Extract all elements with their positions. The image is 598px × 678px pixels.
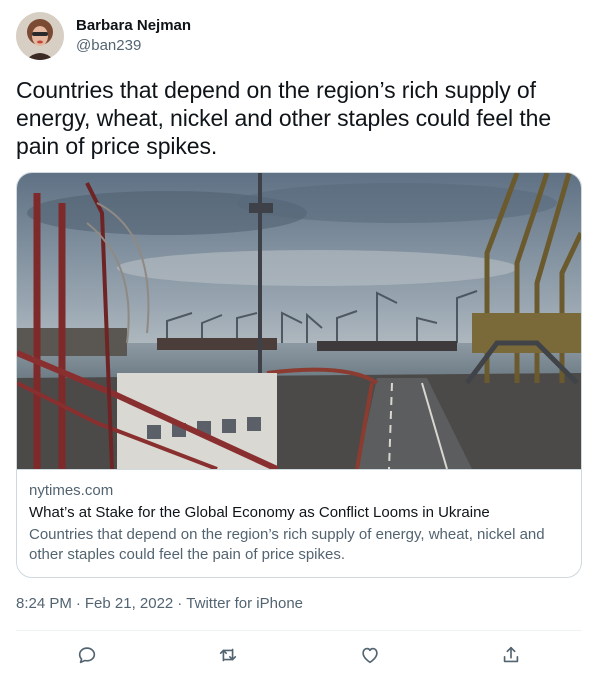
tweet-header: Barbara Nejman @ban239 — [16, 12, 191, 60]
card-image — [17, 173, 581, 472]
user-handle[interactable]: @ban239 — [76, 36, 191, 56]
separator: · — [75, 595, 81, 612]
share-button[interactable] — [493, 637, 529, 673]
retweet-button[interactable] — [210, 637, 246, 673]
like-button[interactable] — [352, 637, 388, 673]
retweet-icon — [220, 648, 237, 661]
display-name[interactable]: Barbara Nejman — [76, 16, 191, 36]
card-title: What’s at Stake for the Global Economy a… — [29, 504, 490, 521]
card-domain: nytimes.com — [29, 482, 114, 499]
reply-button[interactable] — [69, 637, 105, 673]
tweet-date[interactable]: Feb 21, 2022 — [85, 594, 173, 614]
like-icon — [362, 647, 378, 663]
tweet-text: Countries that depend on the region’s ri… — [16, 77, 552, 159]
reply-icon — [78, 646, 95, 663]
card-description: Countries that depend on the region’s ri… — [29, 526, 545, 563]
share-icon — [504, 646, 519, 662]
harbor-photo — [17, 173, 581, 472]
tweet-time[interactable]: 8:24 PM — [16, 594, 72, 614]
separator: · — [177, 595, 183, 612]
avatar[interactable] — [16, 12, 64, 60]
user-info: Barbara Nejman @ban239 — [76, 16, 191, 56]
tweet-metadata: 8:24 PM · Feb 21, 2022 · Twitter for iPh… — [16, 594, 303, 614]
card-meta: nytimes.com What’s at Stake for the Glob… — [29, 481, 569, 565]
link-card[interactable]: nytimes.com What’s at Stake for the Glob… — [16, 172, 582, 578]
tweet-source[interactable]: Twitter for iPhone — [186, 594, 303, 614]
avatar-image — [16, 12, 64, 60]
tweet: Barbara Nejman @ban239 Countries that de… — [0, 0, 598, 678]
action-bar — [16, 631, 582, 678]
